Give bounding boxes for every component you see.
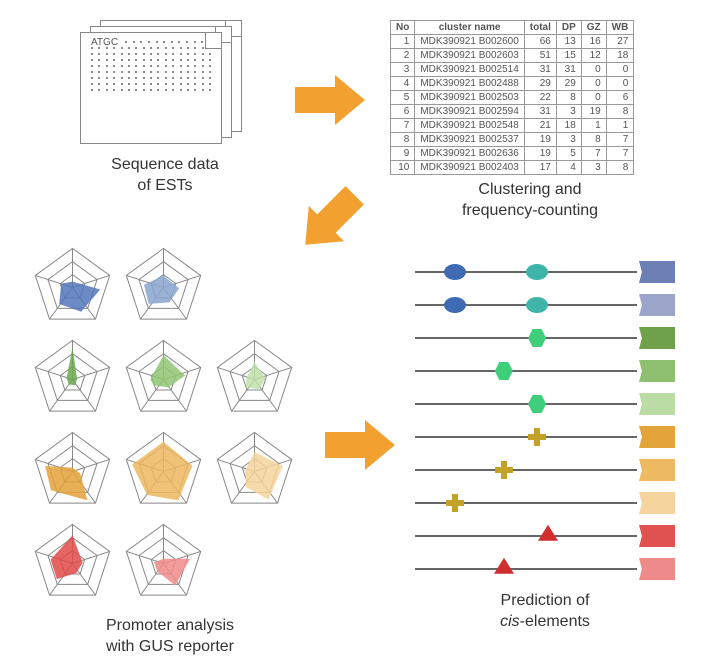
- gene-track: [415, 261, 675, 283]
- gene-track: [415, 327, 675, 349]
- track-line: [415, 337, 637, 339]
- hexagon-marker-icon: [528, 329, 546, 347]
- arrow-right-2: [325, 420, 395, 470]
- gene-track: [415, 492, 675, 514]
- table-header: WB: [606, 21, 634, 35]
- sequence-caption: Sequence data of ESTs: [80, 155, 250, 197]
- radar-row: [30, 521, 330, 611]
- table-row: 1MDK390921 B00260066131627: [391, 35, 634, 49]
- track-line: [415, 568, 637, 570]
- radar-chart: [30, 521, 115, 611]
- table-row: 10MDK390921 B00240317438: [391, 161, 634, 175]
- gene-box-icon: [639, 393, 675, 415]
- gene-box-icon: [639, 459, 675, 481]
- table-header: DP: [556, 21, 581, 35]
- gene-box-icon: [639, 492, 675, 514]
- table-header: total: [524, 21, 556, 35]
- track-line: [415, 403, 637, 405]
- radar-chart: [121, 337, 206, 427]
- clustering-panel: Nocluster nametotalDPGZWB 1MDK390921 B00…: [390, 20, 670, 222]
- gene-box-icon: [639, 327, 675, 349]
- radar-panel: Promoter analysis with GUS reporter: [30, 245, 330, 658]
- track-line: [415, 370, 637, 372]
- sequence-panel: ATGC Sequence data of ESTs: [80, 20, 250, 197]
- ellipse-marker-icon: [444, 297, 466, 313]
- plus-marker-icon: [495, 461, 513, 479]
- plus-marker-icon: [528, 428, 546, 446]
- gene-box-icon: [639, 558, 675, 580]
- track-line: [415, 271, 637, 273]
- gene-box-icon: [639, 525, 675, 547]
- radar-row: [30, 245, 330, 335]
- triangle-marker-icon: [494, 558, 514, 574]
- gene-track: [415, 360, 675, 382]
- gene-track: [415, 393, 675, 415]
- radar-chart: [212, 429, 297, 519]
- gene-track: [415, 525, 675, 547]
- table-row: 8MDK390921 B00253719387: [391, 133, 634, 147]
- table-header: GZ: [581, 21, 606, 35]
- radar-chart: [212, 337, 297, 427]
- gene-track: [415, 459, 675, 481]
- track-line: [415, 469, 637, 471]
- arrow-right-1: [295, 75, 365, 125]
- gene-box-icon: [639, 294, 675, 316]
- table-row: 7MDK390921 B002548211811: [391, 119, 634, 133]
- ellipse-marker-icon: [444, 264, 466, 280]
- track-line: [415, 436, 637, 438]
- triangle-marker-icon: [538, 525, 558, 541]
- radar-chart: [121, 245, 206, 335]
- promoter-caption: Promoter analysis with GUS reporter: [30, 616, 310, 658]
- track-line: [415, 304, 637, 306]
- gene-box-icon: [639, 426, 675, 448]
- table-row: 6MDK390921 B002594313198: [391, 105, 634, 119]
- gene-track: [415, 294, 675, 316]
- atgc-label: ATGC: [91, 37, 118, 48]
- prediction-caption: Prediction of cis-elements: [415, 591, 675, 633]
- tracks-panel: Prediction of cis-elements: [415, 250, 675, 633]
- plus-marker-icon: [446, 494, 464, 512]
- gene-box-icon: [639, 360, 675, 382]
- gene-track: [415, 558, 675, 580]
- sequence-stack: ATGC: [80, 20, 250, 150]
- radar-chart: [30, 245, 115, 335]
- table-row: 2MDK390921 B00260351151218: [391, 49, 634, 63]
- clustering-caption: Clustering and frequency-counting: [390, 180, 670, 222]
- gene-track: [415, 426, 675, 448]
- track-line: [415, 535, 637, 537]
- radar-row: [30, 429, 330, 519]
- table-row: 3MDK390921 B002514313100: [391, 63, 634, 77]
- table-header: cluster name: [415, 21, 524, 35]
- track-line: [415, 502, 637, 504]
- radar-chart: [121, 429, 206, 519]
- ellipse-marker-icon: [526, 297, 548, 313]
- gene-box-icon: [639, 261, 675, 283]
- hexagon-marker-icon: [495, 362, 513, 380]
- radar-chart: [121, 521, 206, 611]
- workflow-diagram: ATGC Sequence data of ESTs Nocl: [20, 20, 690, 645]
- radar-row: [30, 337, 330, 427]
- radar-chart: [30, 429, 115, 519]
- table-row: 9MDK390921 B00263619577: [391, 147, 634, 161]
- table-row: 5MDK390921 B00250322806: [391, 91, 634, 105]
- table-row: 4MDK390921 B002488292900: [391, 77, 634, 91]
- ellipse-marker-icon: [526, 264, 548, 280]
- frequency-table: Nocluster nametotalDPGZWB 1MDK390921 B00…: [390, 20, 634, 175]
- radar-chart: [30, 337, 115, 427]
- table-header: No: [391, 21, 415, 35]
- hexagon-marker-icon: [528, 395, 546, 413]
